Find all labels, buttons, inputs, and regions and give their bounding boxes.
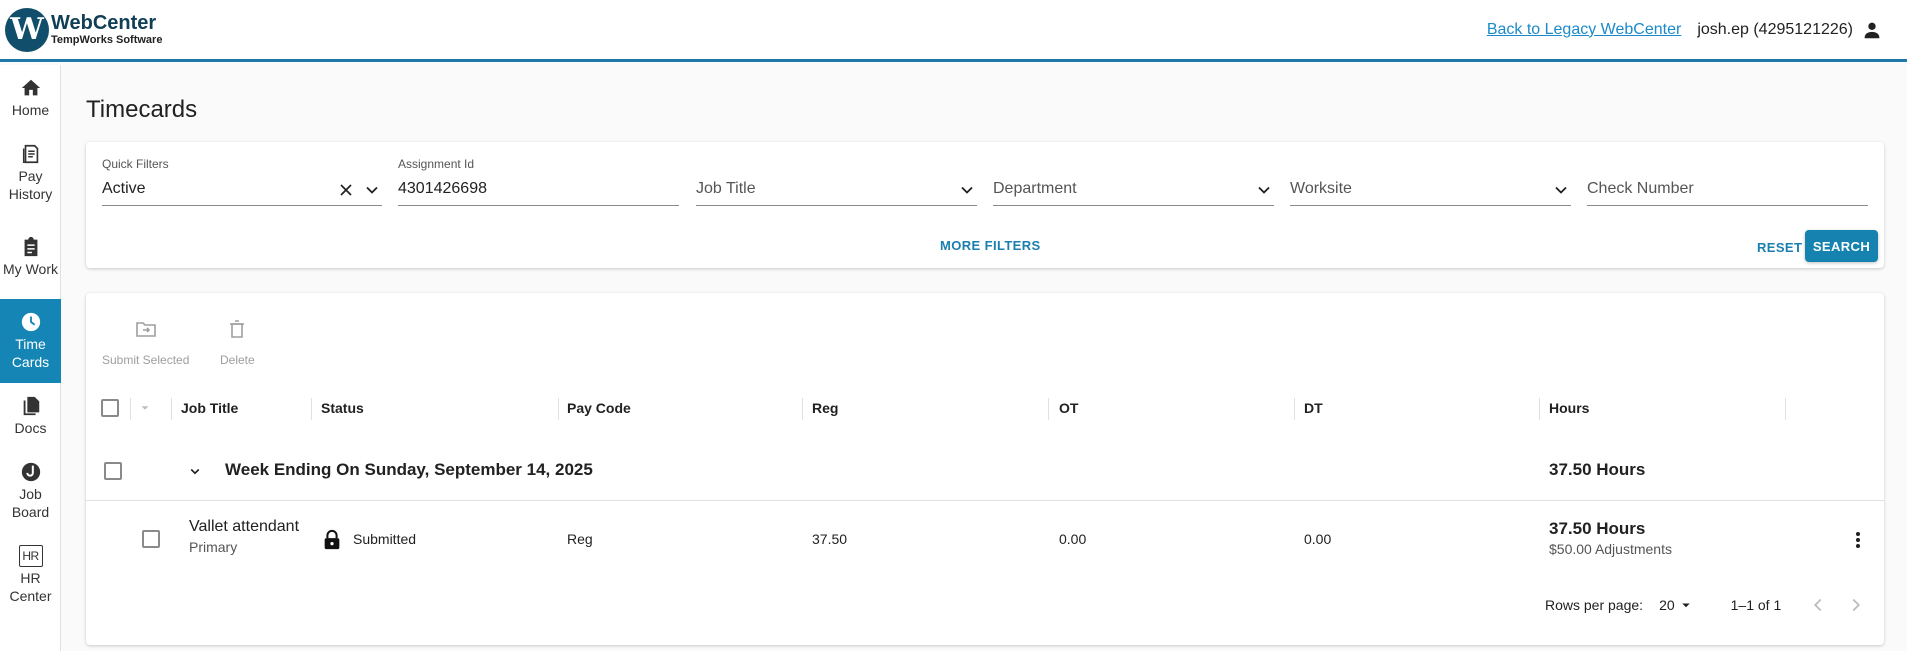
sidebar-item-job-board[interactable]: Job Board xyxy=(0,449,61,533)
sidebar-item-time-cards[interactable]: Time Cards xyxy=(0,299,61,383)
worksite-select[interactable]: Worksite xyxy=(1290,142,1571,206)
chevron-right-icon[interactable] xyxy=(1845,594,1867,616)
sidebar-item-label: Home xyxy=(11,102,50,118)
receipt-icon xyxy=(22,144,38,164)
sidebar-item-label: Time Cards xyxy=(11,336,50,370)
row-checkbox[interactable] xyxy=(142,530,160,548)
job-title-select[interactable]: Job Title xyxy=(696,142,977,206)
row-adjustments: $50.00 Adjustments xyxy=(1549,541,1672,557)
search-button[interactable]: SEARCH xyxy=(1805,230,1878,262)
table-row[interactable]: Vallet attendant Primary Submitted Reg 3… xyxy=(86,502,1884,577)
assignment-id-field[interactable]: Assignment Id 4301426698 xyxy=(398,142,679,206)
documents-icon xyxy=(23,396,39,416)
group-checkbox[interactable] xyxy=(104,462,122,480)
submit-selected-button[interactable]: Submit Selected xyxy=(102,317,189,367)
pagination: Rows per page: 20 1–1 of 1 xyxy=(1545,593,1867,617)
table-header: Job Title Status Pay Code Reg OT DT Hour… xyxy=(86,394,1884,422)
rows-per-page-label: Rows per page: xyxy=(1545,597,1644,613)
user-name[interactable]: josh.ep (4295121226) xyxy=(1697,21,1853,39)
chevron-down-icon xyxy=(1258,186,1270,194)
clear-icon[interactable] xyxy=(336,180,356,200)
sidebar-item-hr-center[interactable]: HR HR Center xyxy=(0,533,61,617)
caret-down-icon[interactable] xyxy=(138,401,152,415)
quick-filters-select[interactable]: Quick Filters Active xyxy=(102,142,382,206)
reset-button[interactable]: RESET xyxy=(1751,231,1808,263)
sidebar-item-label: My Work xyxy=(3,261,58,277)
sidebar-item-pay-history[interactable]: Pay History xyxy=(0,131,61,215)
column-header-reg[interactable]: Reg xyxy=(812,394,838,422)
check-number-field[interactable]: Check Number xyxy=(1587,142,1868,206)
chevron-down-icon xyxy=(961,186,973,194)
job-board-icon xyxy=(21,462,40,482)
chevron-down-icon[interactable] xyxy=(186,462,204,480)
hr-icon: HR xyxy=(18,545,43,567)
timecards-table: Submit Selected Delete Job Title Status … xyxy=(86,293,1884,645)
sidebar-item-home[interactable]: Home xyxy=(0,65,61,131)
sidebar-item-docs[interactable]: Docs xyxy=(0,383,61,449)
more-filters-button[interactable]: MORE FILTERS xyxy=(940,238,1041,253)
caret-down-icon xyxy=(1681,603,1690,608)
logo-subtitle: TempWorks Software xyxy=(51,34,163,47)
row-hours: 37.50 Hours xyxy=(1549,519,1646,538)
row-ot: 0.00 xyxy=(1059,531,1087,547)
row-pay-code: Reg xyxy=(567,531,593,547)
select-all-checkbox[interactable] xyxy=(101,399,119,417)
group-title: Week Ending On Sunday, September 14, 202… xyxy=(225,460,593,479)
column-header-hours[interactable]: Hours xyxy=(1549,394,1589,422)
filter-panel: Quick Filters Active Assignment Id 43014… xyxy=(86,142,1884,268)
row-job-type: Primary xyxy=(189,539,238,555)
home-icon xyxy=(21,79,40,96)
column-header-pay-code[interactable]: Pay Code xyxy=(567,394,631,422)
more-vert-icon[interactable] xyxy=(1846,528,1870,552)
department-select[interactable]: Department xyxy=(993,142,1274,206)
trash-icon xyxy=(230,320,245,338)
sidebar-item-label: HR Center xyxy=(9,570,52,604)
webcenter-logo[interactable]: W WebCenter TempWorks Software xyxy=(5,7,163,52)
row-job-title: Vallet attendant xyxy=(189,518,300,535)
week-group-row: Week Ending On Sunday, September 14, 202… xyxy=(86,441,1884,501)
app-header: W WebCenter TempWorks Software Back to L… xyxy=(0,0,1907,62)
group-hours: 37.50 Hours xyxy=(1549,460,1646,479)
row-status: Submitted xyxy=(353,531,417,547)
clipboard-icon xyxy=(24,236,37,257)
clock-icon xyxy=(21,312,40,332)
row-reg: 37.50 xyxy=(812,531,848,547)
folder-submit-icon xyxy=(135,322,156,337)
delete-button[interactable]: Delete xyxy=(220,317,255,367)
lock-icon xyxy=(324,529,340,550)
page-title: Timecards xyxy=(86,96,198,123)
column-header-job-title[interactable]: Job Title xyxy=(181,394,238,422)
sidebar-item-label: Job Board xyxy=(11,486,50,520)
logo-name: WebCenter xyxy=(51,12,157,35)
rows-per-page-select[interactable]: 20 xyxy=(1659,596,1695,614)
row-dt: 0.00 xyxy=(1304,531,1332,547)
sidebar-item-my-work[interactable]: My Work xyxy=(0,215,61,299)
sidebar-nav: Home Pay History My Work Time Cards Docs… xyxy=(0,65,61,651)
logo-mark: W xyxy=(5,7,49,52)
column-header-dt[interactable]: DT xyxy=(1304,394,1323,422)
chevron-left-icon[interactable] xyxy=(1807,594,1829,616)
chevron-down-icon[interactable] xyxy=(362,180,382,200)
sidebar-item-label: Docs xyxy=(14,420,47,436)
sidebar-item-label: Pay History xyxy=(8,168,53,202)
chevron-down-icon xyxy=(1555,186,1567,194)
page-range: 1–1 of 1 xyxy=(1730,597,1782,613)
column-header-status[interactable]: Status xyxy=(321,394,364,422)
person-icon[interactable] xyxy=(1861,19,1883,41)
column-header-ot[interactable]: OT xyxy=(1059,394,1078,422)
back-to-legacy-link[interactable]: Back to Legacy WebCenter xyxy=(1487,21,1681,39)
